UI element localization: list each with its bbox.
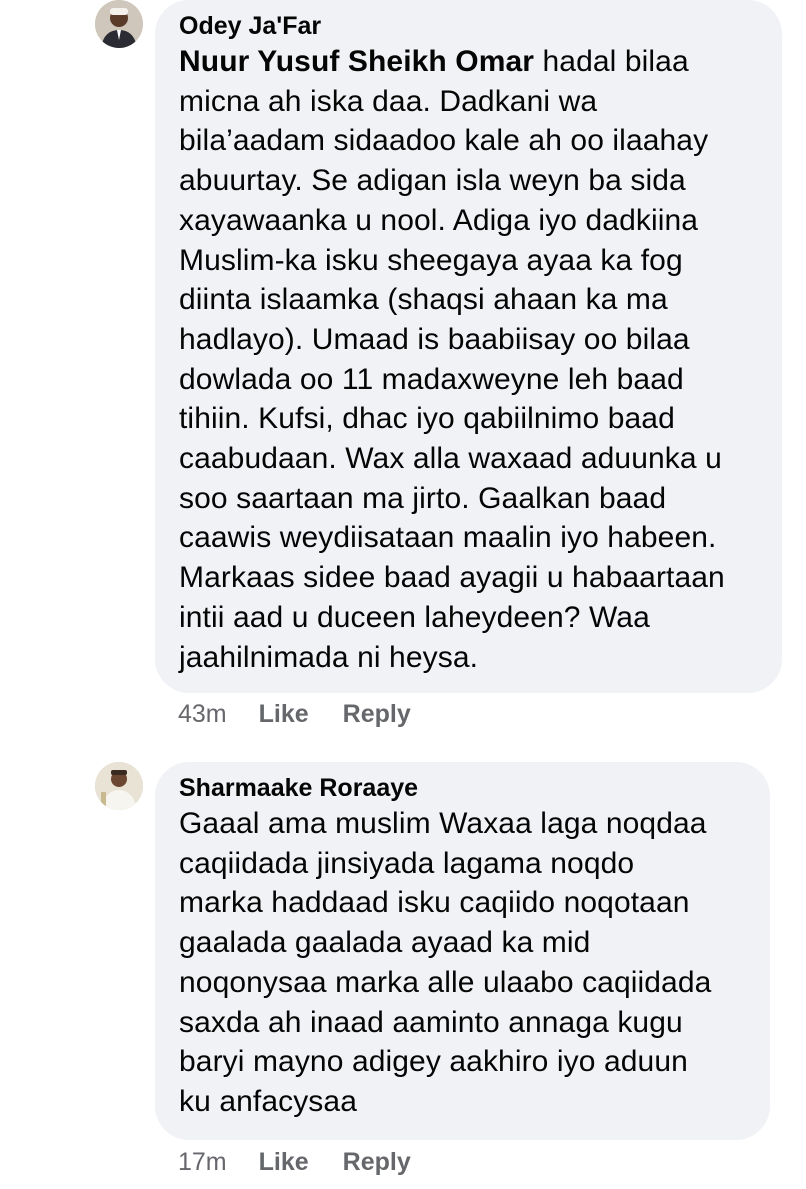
comment-text: Gaaal ama muslim Waxaa laga noqdaa caqii… [179, 807, 712, 1118]
reply-button[interactable]: Reply [343, 1148, 411, 1177]
avatar[interactable] [95, 0, 143, 48]
mention-link[interactable]: Nuur Yusuf Sheikh Omar [179, 45, 534, 78]
comment-actions: 17m Like Reply [178, 1148, 445, 1177]
like-button[interactable]: Like [259, 700, 309, 729]
user-avatar-icon [95, 762, 143, 810]
comment: Odey Ja'Far Nuur Yusuf Sheikh Omar hadal… [0, 0, 806, 740]
comment-bubble: Odey Ja'Far Nuur Yusuf Sheikh Omar hadal… [155, 0, 782, 693]
comment: Sharmaake Roraaye Gaaal ama muslim Waxaa… [0, 762, 806, 1189]
comment-timestamp[interactable]: 17m [178, 1148, 227, 1177]
avatar[interactable] [95, 762, 143, 810]
comment-author[interactable]: Sharmaake Roraaye [179, 772, 746, 804]
comment-bubble: Sharmaake Roraaye Gaaal ama muslim Waxaa… [155, 762, 770, 1140]
user-avatar-icon [95, 0, 143, 48]
comment-text: Nuur Yusuf Sheikh Omar hadal bilaa micna… [179, 42, 758, 677]
comment-body: hadal bilaa micna ah iska daa. Dadkani w… [179, 45, 725, 674]
reply-button[interactable]: Reply [343, 700, 411, 729]
comment-author[interactable]: Odey Ja'Far [179, 10, 758, 42]
comment-timestamp[interactable]: 43m [178, 700, 227, 729]
like-button[interactable]: Like [259, 1148, 309, 1177]
comment-actions: 43m Like Reply [178, 700, 445, 729]
